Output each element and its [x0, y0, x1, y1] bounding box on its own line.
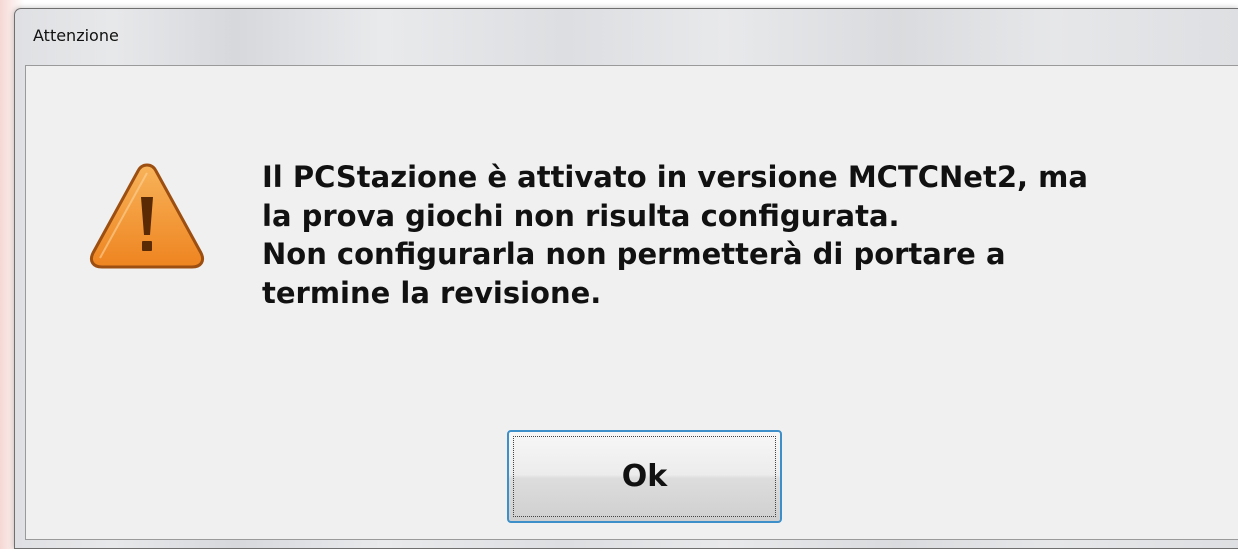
window-title: Attenzione — [33, 26, 119, 45]
message-line: termine la revisione. — [262, 275, 602, 310]
ok-button[interactable]: Ok — [507, 430, 782, 523]
dialog-window: Attenzione Il PCStazione è attivato in v… — [14, 8, 1238, 549]
dialog-client-area: Il PCStazione è attivato in versione MCT… — [25, 65, 1238, 540]
ok-button-label: Ok — [621, 459, 668, 494]
message-line: Non configurarla non permetterà di porta… — [262, 237, 1006, 271]
message-line: Il PCStazione è attivato in versione MCT… — [262, 160, 1088, 194]
warning-triangle-icon — [89, 163, 205, 269]
message-text: Il PCStazione è attivato in versione MCT… — [262, 158, 1222, 312]
title-bar[interactable]: Attenzione — [15, 9, 1238, 63]
message-line: la prova giochi non risulta configurata. — [262, 198, 900, 233]
